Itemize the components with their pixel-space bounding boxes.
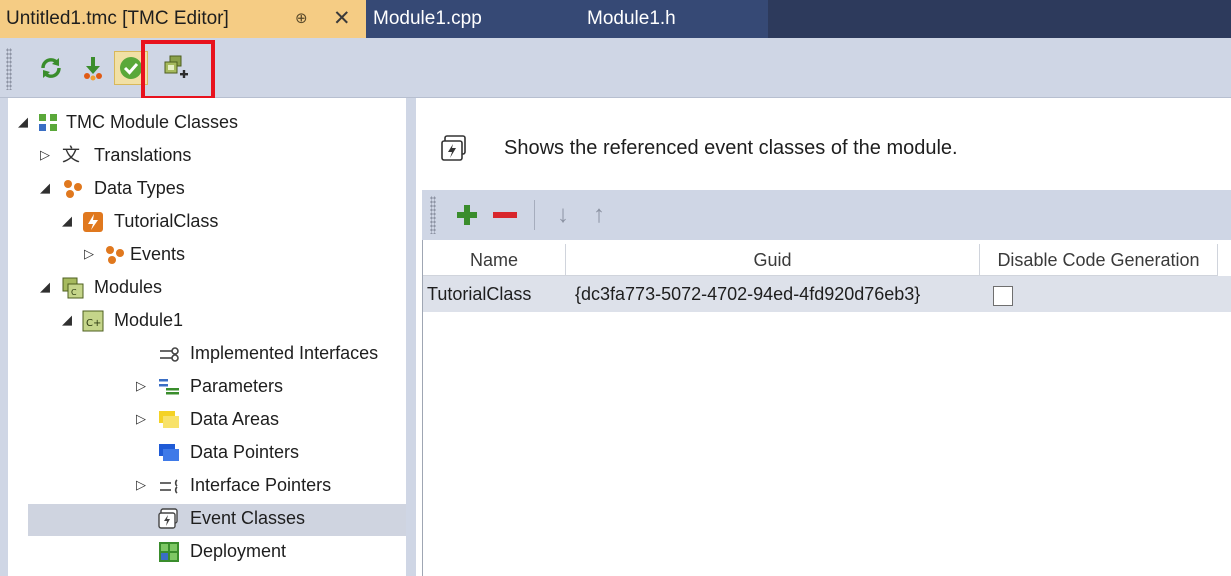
data-types-icon <box>64 180 82 198</box>
module-icon: C+ <box>82 310 104 332</box>
expand-icon[interactable]: ▷ <box>38 139 52 171</box>
tree-label: Translations <box>94 145 192 165</box>
column-header-guid[interactable]: Guid <box>566 244 980 276</box>
tree-label: Event Classes <box>190 508 306 528</box>
collapse-icon[interactable]: ◢ <box>38 172 52 204</box>
toolbar-separator <box>534 200 535 230</box>
translations-icon: 文 <box>62 145 80 165</box>
tree-label: TMC Module Classes <box>66 112 239 132</box>
tree-label: Data Types <box>94 178 185 198</box>
event-classes-icon <box>441 135 466 161</box>
disable-code-generation-checkbox[interactable] <box>993 286 1013 306</box>
events-icon <box>106 246 124 264</box>
expand-icon[interactable]: ▷ <box>134 403 148 435</box>
remove-button[interactable] <box>488 198 522 232</box>
tab-untitled1-tmc[interactable]: Untitled1.tmc [TMC Editor] ⊕ ✕ <box>0 0 366 38</box>
collapse-icon[interactable]: ◢ <box>16 106 30 138</box>
tree-label: Modules <box>94 277 163 297</box>
module-classes-icon <box>39 114 57 131</box>
event-class-icon <box>83 212 103 232</box>
tree-label: Events <box>130 244 186 264</box>
tab-title: Untitled1.tmc [TMC Editor] <box>6 8 229 29</box>
toolbar-grip[interactable] <box>6 48 12 90</box>
event-classes-panel: Shows the referenced event classes of th… <box>416 98 1231 576</box>
expand-icon[interactable]: ▷ <box>82 238 96 270</box>
add-button[interactable] <box>450 198 484 232</box>
highlight-box <box>141 40 215 100</box>
arrow-down-icon: ↓ <box>557 201 569 228</box>
panel-description: Shows the referenced event classes of th… <box>504 137 958 159</box>
download-button[interactable] <box>76 51 110 85</box>
collapse-icon[interactable]: ◢ <box>38 271 52 303</box>
event-classes-grid: Name Guid Disable Code Generation Tutori… <box>422 240 1231 576</box>
data-areas-icon <box>159 411 179 428</box>
tab-title: Module1.cpp <box>373 8 482 29</box>
close-icon[interactable]: ✕ <box>333 0 351 38</box>
tab-module1-h[interactable]: Module1.h <box>566 0 768 38</box>
move-down-button[interactable]: ↓ <box>546 198 580 232</box>
tree-label: TutorialClass <box>114 211 219 231</box>
tab-module1-cpp[interactable]: Module1.cpp <box>366 0 566 38</box>
expand-icon[interactable]: ▷ <box>134 370 148 402</box>
download-icon <box>84 57 102 81</box>
plus-icon <box>457 205 477 225</box>
refresh-button[interactable] <box>34 51 68 85</box>
tree-label: Module1 <box>114 310 184 330</box>
tree-label: Implemented Interfaces <box>190 343 379 363</box>
column-header-disable-code-generation[interactable]: Disable Code Generation <box>980 244 1218 276</box>
tab-title: Module1.h <box>587 8 676 29</box>
collapse-icon[interactable]: ◢ <box>60 304 74 336</box>
arrow-up-icon: ↑ <box>593 201 605 228</box>
tree-label: Parameters <box>190 376 284 396</box>
minus-icon <box>493 212 517 218</box>
module-class-tree: ◢ TMC Module Classes ▷ 文 Translations ◢ … <box>0 98 406 576</box>
grid-toolbar: ↓ ↑ <box>422 190 1231 240</box>
data-pointers-icon <box>159 444 179 461</box>
tree-label: Interface Pointers <box>190 475 332 495</box>
toolbar-grip[interactable] <box>430 196 436 234</box>
expand-icon[interactable]: ▷ <box>134 469 148 501</box>
move-up-button[interactable]: ↑ <box>582 198 616 232</box>
tree-label: Data Areas <box>190 409 280 429</box>
tree-label: Data Pointers <box>190 442 300 462</box>
svg-text:C: C <box>71 288 77 297</box>
document-tab-strip: Untitled1.tmc [TMC Editor] ⊕ ✕ Module1.c… <box>0 0 1231 38</box>
collapse-icon[interactable]: ◢ <box>60 205 74 237</box>
refresh-icon <box>41 58 61 78</box>
interface-pointers-icon <box>160 479 178 494</box>
modules-icon: C <box>62 277 84 299</box>
deployment-icon <box>159 542 179 562</box>
cell-guid: {dc3fa773-5072-4702-94ed-4fd920d76eb3} <box>575 284 921 304</box>
column-header-name[interactable]: Name <box>423 244 566 276</box>
interface-icon <box>160 347 179 362</box>
tree-label: Deployment <box>190 541 287 561</box>
table-row[interactable]: TutorialClass {dc3fa773-5072-4702-94ed-4… <box>423 276 1231 312</box>
svg-text:C+: C+ <box>86 318 101 329</box>
event-classes-icon <box>158 508 178 529</box>
pin-icon[interactable]: ⊕ <box>295 0 308 38</box>
panel-splitter[interactable] <box>406 98 416 576</box>
parameters-icon <box>159 379 179 395</box>
cell-name: TutorialClass <box>427 284 532 304</box>
